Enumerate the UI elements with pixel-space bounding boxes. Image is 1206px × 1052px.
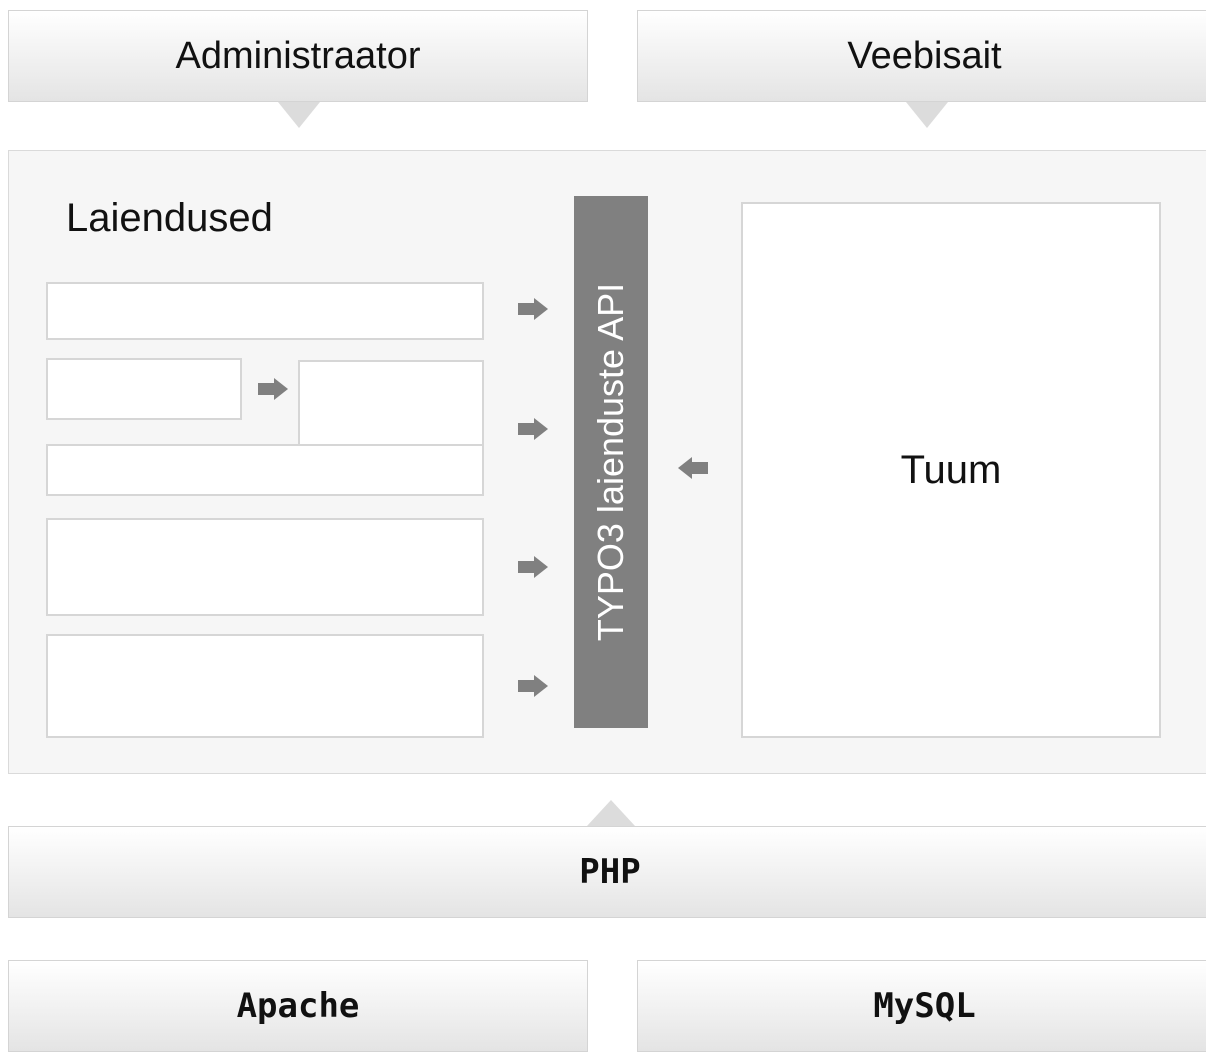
extension-api-label: TYPO3 laienduste API	[590, 282, 631, 642]
extension-box-2c	[46, 444, 484, 496]
php-pointer	[587, 800, 635, 826]
arrow-core-to-api	[678, 457, 708, 479]
apache-label: Apache	[236, 986, 360, 1026]
administrator-box: Administraator	[8, 10, 588, 102]
mysql-label: MySQL	[873, 986, 976, 1026]
administrator-label: Administraator	[175, 34, 421, 77]
arrow-extension-3-to-api	[518, 556, 548, 578]
arrow-extension-4-to-api	[518, 675, 548, 697]
core-box: Tuum	[741, 202, 1161, 738]
extension-inner-arrow	[258, 378, 288, 400]
php-box: PHP	[8, 826, 1206, 918]
extension-box-1	[46, 282, 484, 340]
extensions-title: Laiendused	[66, 196, 273, 240]
extension-box-2a	[46, 358, 242, 420]
website-label: Veebisait	[847, 34, 1002, 77]
apache-box: Apache	[8, 960, 588, 1052]
administrator-pointer	[278, 102, 320, 128]
php-label: PHP	[579, 852, 641, 892]
extension-box-3	[46, 518, 484, 616]
website-box: Veebisait	[637, 10, 1206, 102]
arrow-extension-2-to-api	[518, 418, 548, 440]
extension-api-bar: TYPO3 laienduste API	[574, 196, 648, 728]
core-label: Tuum	[900, 447, 1002, 492]
extension-box-4	[46, 634, 484, 738]
mysql-box: MySQL	[637, 960, 1206, 1052]
website-pointer	[906, 102, 948, 128]
extension-box-2-joint	[300, 446, 482, 450]
arrow-extension-1-to-api	[518, 298, 548, 320]
